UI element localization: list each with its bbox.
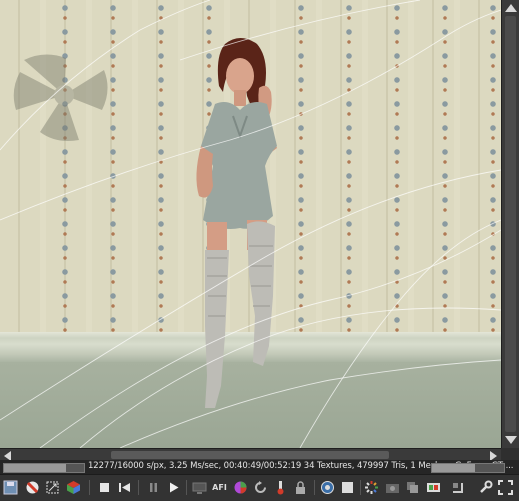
vertical-scrollbar[interactable] (501, 0, 519, 448)
play-icon[interactable] (165, 479, 182, 496)
lens-icon[interactable] (319, 479, 336, 496)
fullscreen-icon[interactable] (497, 479, 514, 496)
toolbar-separator (186, 480, 187, 495)
render-progress-fill (4, 464, 66, 472)
spinner-icon[interactable] (363, 479, 380, 496)
pause-icon[interactable] (145, 479, 162, 496)
toolbar-separator (360, 480, 361, 495)
focus-icon[interactable] (449, 479, 466, 496)
cube-icon[interactable] (65, 479, 82, 496)
secondary-progress-bar (431, 463, 505, 473)
region-icon[interactable] (339, 479, 356, 496)
afi-icon[interactable]: AFI (211, 479, 228, 496)
scroll-up-arrow-icon[interactable] (505, 4, 517, 12)
thermometer-icon[interactable] (272, 479, 289, 496)
scroll-down-arrow-icon[interactable] (505, 436, 517, 444)
resize-icon[interactable] (44, 479, 61, 496)
render-toolbar: AFI (0, 474, 519, 501)
rewind-icon[interactable] (116, 479, 133, 496)
layers-icon[interactable] (404, 479, 421, 496)
color-wheel-icon[interactable] (232, 479, 249, 496)
wire-overlay (0, 0, 501, 448)
scrollbar-corner (501, 448, 519, 460)
rotate-icon[interactable] (252, 479, 269, 496)
secondary-progress-fill (432, 464, 476, 472)
settings-icon[interactable] (477, 479, 494, 496)
lock-icon[interactable] (292, 479, 309, 496)
camera-icon[interactable] (384, 479, 401, 496)
screen-icon[interactable] (191, 479, 208, 496)
status-bar: 12277/16000 s/px, 3.25 Ms/sec, 00:40:49/… (0, 460, 519, 474)
clear-icon[interactable] (24, 479, 41, 496)
render-progress-bar (3, 463, 85, 473)
overlay-icon[interactable] (425, 479, 442, 496)
horizontal-scroll-thumb[interactable] (111, 451, 389, 459)
vertical-scroll-thumb[interactable] (505, 16, 516, 432)
save-icon[interactable] (2, 479, 19, 496)
toolbar-separator (138, 480, 139, 495)
toolbar-separator (89, 480, 90, 495)
stop-icon[interactable] (96, 479, 113, 496)
afi-label: AFI (212, 483, 227, 492)
render-viewport[interactable] (0, 0, 501, 448)
toolbar-separator (314, 480, 315, 495)
